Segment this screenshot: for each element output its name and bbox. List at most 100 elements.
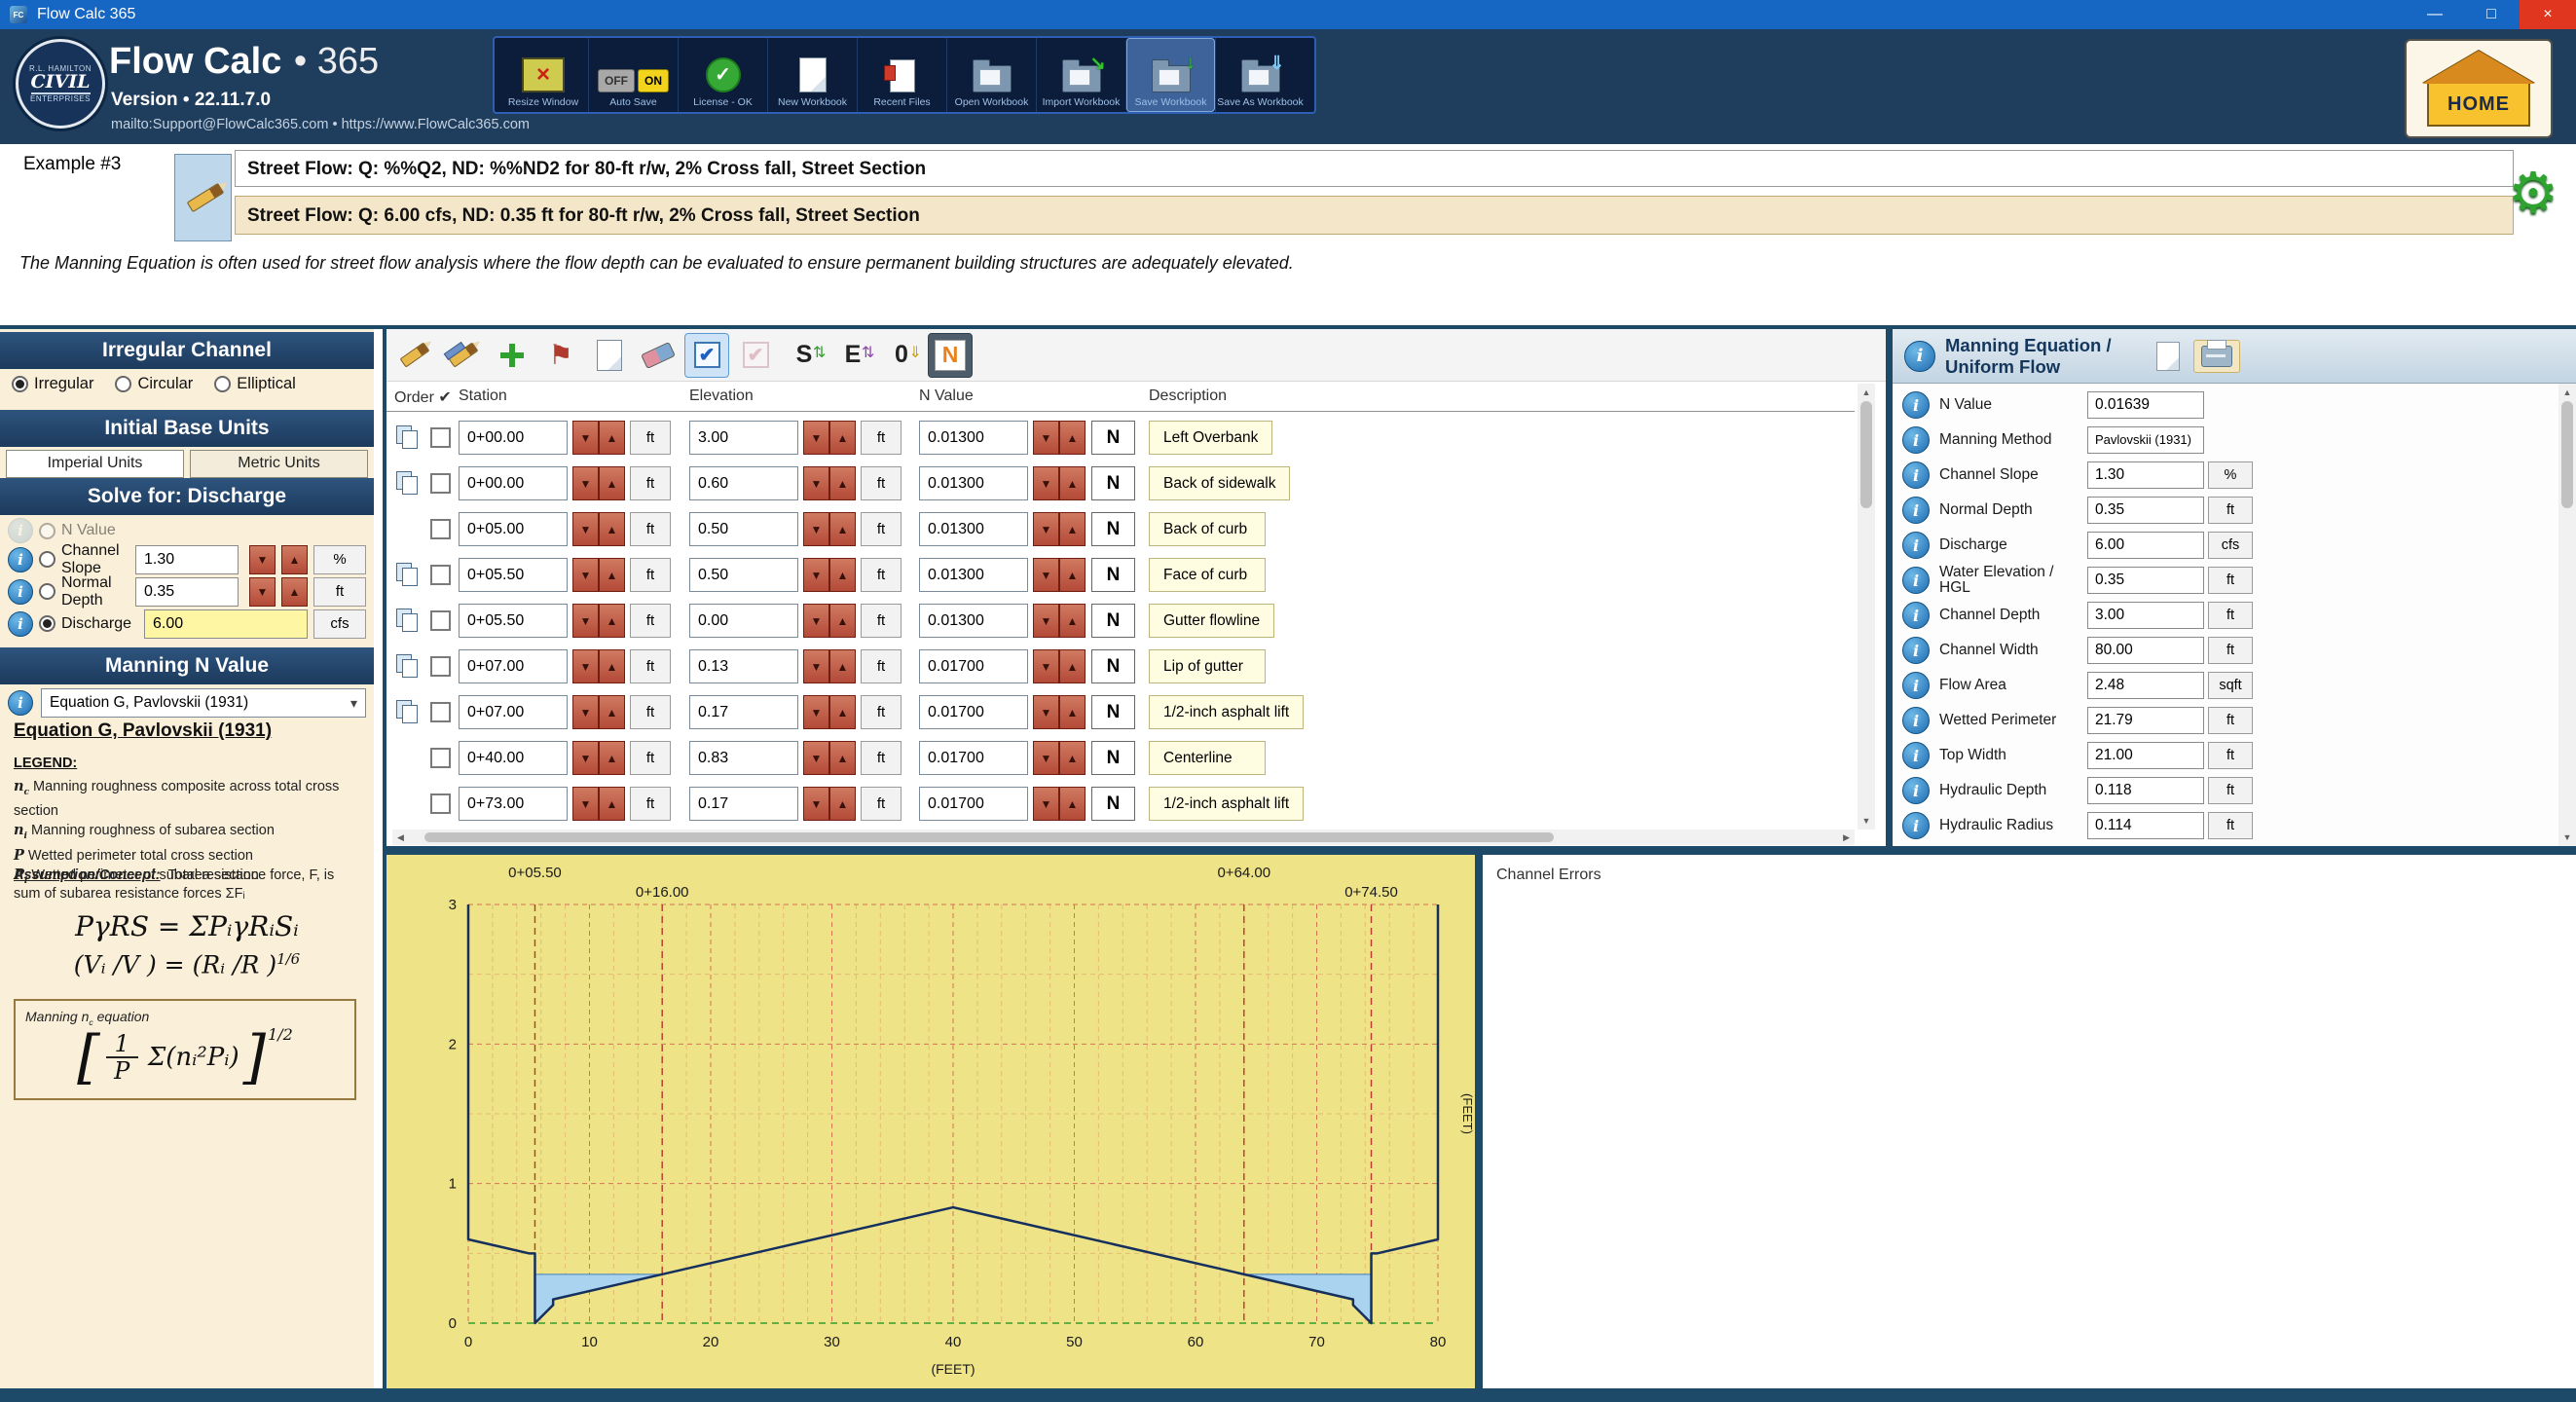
scroll-thumb[interactable] <box>424 832 1554 842</box>
open-workbook-button[interactable]: Open Workbook <box>946 38 1036 112</box>
station-spin-up[interactable]: ▲ <box>599 695 625 729</box>
scroll-down-icon[interactable]: ▼ <box>1862 812 1871 830</box>
copy-row-icon[interactable] <box>396 563 420 588</box>
elevation-spin-up[interactable]: ▲ <box>829 741 856 775</box>
station-field[interactable]: 0+05.50 <box>459 604 568 638</box>
n-value-field[interactable]: 0.01300 <box>919 421 1028 455</box>
elevation-spin-up[interactable]: ▲ <box>829 604 856 638</box>
description-field[interactable]: 1/2-inch asphalt lift <box>1149 695 1304 729</box>
new-workbook-button[interactable]: New Workbook <box>767 38 857 112</box>
solve-value-field[interactable]: 0.35 <box>135 577 239 607</box>
app-contact-links[interactable]: mailto:Support@FlowCalc365.com • https:/… <box>111 117 530 132</box>
elevation-spin-up[interactable]: ▲ <box>829 558 856 592</box>
station-spin-down[interactable]: ▼ <box>572 604 599 638</box>
solve-value-field[interactable]: 6.00 <box>144 609 308 639</box>
elevation-spin-down[interactable]: ▼ <box>803 695 829 729</box>
copy-row-icon[interactable] <box>396 471 420 497</box>
sort-elevation-button[interactable]: E⇅ <box>830 333 875 378</box>
n-spin-up[interactable]: ▲ <box>1059 741 1086 775</box>
description-field[interactable]: Centerline <box>1149 741 1266 775</box>
maximize-button[interactable]: □ <box>2463 0 2520 29</box>
n-spin-down[interactable]: ▼ <box>1033 695 1059 729</box>
check-all-button[interactable]: ✔ <box>684 333 729 378</box>
result-value[interactable]: 21.79 <box>2087 707 2204 734</box>
solve-value-field[interactable]: 1.30 <box>135 545 239 574</box>
sidebar-scrollbar[interactable] <box>374 329 383 1388</box>
settings-gear-icon[interactable]: ⚙ <box>2508 166 2558 222</box>
n-spin-up[interactable]: ▲ <box>1059 466 1086 500</box>
n-value-field[interactable]: 0.01700 <box>919 649 1028 683</box>
n-value-field[interactable]: 0.01300 <box>919 466 1028 500</box>
n-button[interactable]: N <box>1091 741 1135 775</box>
station-field[interactable]: 0+40.00 <box>459 741 568 775</box>
station-spin-up[interactable]: ▲ <box>599 741 625 775</box>
n-button[interactable]: N <box>1091 787 1135 821</box>
elevation-spin-up[interactable]: ▲ <box>829 649 856 683</box>
elevation-spin-up[interactable]: ▲ <box>829 512 856 546</box>
station-field[interactable]: 0+07.00 <box>459 649 568 683</box>
n-button[interactable]: N <box>1091 649 1135 683</box>
info-icon[interactable]: i <box>8 611 33 637</box>
info-icon[interactable]: i <box>1902 812 1930 839</box>
description-field[interactable]: Back of sidewalk <box>1149 466 1290 500</box>
copy-row-icon[interactable] <box>396 425 420 451</box>
n-button[interactable]: N <box>1091 604 1135 638</box>
elevation-spin-down[interactable]: ▼ <box>803 512 829 546</box>
row-checkbox[interactable] <box>430 656 451 677</box>
n-spin-up[interactable]: ▲ <box>1059 512 1086 546</box>
channel-option-irregular[interactable]: Irregular <box>12 375 93 393</box>
result-value[interactable]: 0.114 <box>2087 812 2204 839</box>
station-field[interactable]: 0+05.00 <box>459 512 568 546</box>
n-spin-up[interactable]: ▲ <box>1059 421 1086 455</box>
auto-save-button[interactable]: OFFONAuto Save <box>588 38 678 112</box>
n-value-field[interactable]: 0.01700 <box>919 741 1028 775</box>
example-title-resolved[interactable]: Street Flow: Q: 6.00 cfs, ND: 0.35 ft fo… <box>235 196 2514 235</box>
channel-option-circular[interactable]: Circular <box>115 375 193 393</box>
station-spin-up[interactable]: ▲ <box>599 558 625 592</box>
result-value[interactable]: 6.00 <box>2087 532 2204 559</box>
station-spin-up[interactable]: ▲ <box>599 421 625 455</box>
info-icon[interactable]: i <box>1902 742 1930 769</box>
station-spin-down[interactable]: ▼ <box>572 466 599 500</box>
scroll-up-icon[interactable]: ▲ <box>2563 384 2572 401</box>
report-page-button[interactable] <box>2156 342 2180 371</box>
sort-station-button[interactable]: S⇅ <box>782 333 827 378</box>
result-value[interactable]: 21.00 <box>2087 742 2204 769</box>
close-button[interactable]: × <box>2520 0 2576 29</box>
copy-row-icon[interactable] <box>396 609 420 634</box>
copy-row-icon[interactable] <box>396 700 420 725</box>
description-field[interactable]: Face of curb <box>1149 558 1266 592</box>
elevation-spin-up[interactable]: ▲ <box>829 787 856 821</box>
result-value[interactable]: 2.48 <box>2087 672 2204 699</box>
row-checkbox[interactable] <box>430 473 451 494</box>
home-button[interactable]: HOME <box>2405 39 2553 138</box>
info-icon[interactable]: i <box>8 690 33 716</box>
elevation-spin-up[interactable]: ▲ <box>829 695 856 729</box>
n-spin-down[interactable]: ▼ <box>1033 741 1059 775</box>
station-spin-down[interactable]: ▼ <box>572 558 599 592</box>
value-spin-down[interactable]: ▼ <box>249 577 276 607</box>
example-title-template[interactable]: Street Flow: Q: %%Q2, ND: %%ND2 for 80-f… <box>235 150 2514 187</box>
result-value[interactable]: 0.35 <box>2087 567 2204 594</box>
station-spin-down[interactable]: ▼ <box>572 741 599 775</box>
result-value[interactable]: 80.00 <box>2087 637 2204 664</box>
elevation-spin-down[interactable]: ▼ <box>803 558 829 592</box>
description-field[interactable]: 1/2-inch asphalt lift <box>1149 787 1304 821</box>
channel-option-elliptical[interactable]: Elliptical <box>214 375 296 393</box>
elevation-spin-up[interactable]: ▲ <box>829 421 856 455</box>
info-icon[interactable]: i <box>1902 777 1930 804</box>
value-spin-up[interactable]: ▲ <box>281 577 308 607</box>
row-checkbox[interactable] <box>430 427 451 448</box>
n-spin-down[interactable]: ▼ <box>1033 558 1059 592</box>
n-spin-down[interactable]: ▼ <box>1033 512 1059 546</box>
solve-radio[interactable] <box>39 583 55 600</box>
solve-radio[interactable] <box>39 523 55 539</box>
solve-radio[interactable] <box>39 615 55 632</box>
elevation-spin-up[interactable]: ▲ <box>829 466 856 500</box>
add-row-button[interactable] <box>490 333 534 378</box>
station-field[interactable]: 0+05.50 <box>459 558 568 592</box>
elevation-field[interactable]: 0.17 <box>689 787 798 821</box>
scroll-up-icon[interactable]: ▲ <box>1862 384 1871 401</box>
elevation-spin-down[interactable]: ▼ <box>803 787 829 821</box>
n-spin-up[interactable]: ▲ <box>1059 787 1086 821</box>
